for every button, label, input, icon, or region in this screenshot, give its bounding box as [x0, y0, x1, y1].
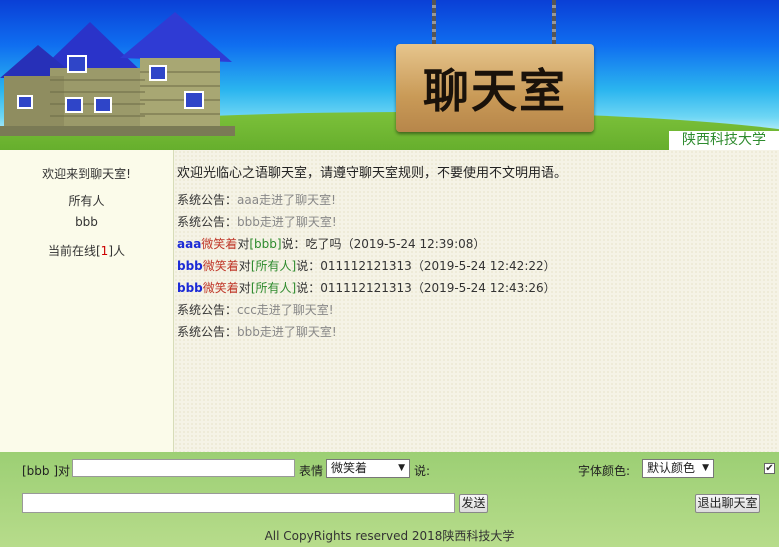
- header-banner: 聊天室 陕西科技大学: [0, 0, 779, 150]
- chat-message: 系统公告：ccc走进了聊天室!: [177, 303, 334, 317]
- message-sender: bbb: [177, 259, 203, 273]
- auto-scroll-checkbox[interactable]: ✔: [764, 463, 775, 474]
- chevron-down-icon: ▼: [398, 463, 405, 473]
- send-button[interactable]: 发送: [459, 494, 488, 513]
- font-color-select[interactable]: 默认颜色 ▼: [642, 459, 714, 478]
- copyright-footer: All CopyRights reserved 2018陕西科技大学: [264, 529, 515, 543]
- house-illustration: [0, 12, 235, 136]
- online-count: 当前在线[1]人: [47, 244, 125, 258]
- chat-message: bbb微笑着对[所有人]说：011112121313（2019-5-24 12:…: [177, 259, 556, 273]
- target-user-input[interactable]: [72, 459, 295, 477]
- emote-select[interactable]: 微笑着 ▼: [326, 459, 410, 478]
- chat-message: aaa微笑着对[bbb]说：吃了吗（2019-5-24 12:39:08）: [177, 237, 486, 251]
- say-label: 说:: [414, 464, 431, 478]
- message-input[interactable]: [22, 493, 455, 513]
- chatroom-sign: 聊天室: [396, 44, 594, 132]
- chat-message: bbb微笑着对[所有人]说：011112121313（2019-5-24 12:…: [177, 281, 556, 295]
- exit-chatroom-button[interactable]: 退出聊天室: [695, 494, 760, 513]
- user-list-item-bbb[interactable]: bbb: [0, 215, 173, 229]
- message-sender: bbb: [177, 281, 203, 295]
- chat-welcome-text: 欢迎光临心之语聊天室，请遵守聊天室规则，不要使用不文明用语。: [177, 166, 568, 181]
- chat-message: 系统公告：bbb走进了聊天室!: [177, 215, 337, 229]
- chevron-down-icon: ▼: [702, 463, 709, 473]
- user-sidebar: 欢迎来到聊天室! 所有人 bbb 当前在线[1]人: [0, 150, 174, 452]
- font-color-label: 字体颜色:: [578, 464, 631, 478]
- emote-label: 表情: [299, 464, 324, 478]
- user-list-item-all[interactable]: 所有人: [0, 192, 173, 209]
- sign-title: 聊天室: [423, 64, 567, 118]
- chat-message: 系统公告：bbb走进了聊天室!: [177, 325, 337, 339]
- message-sender: aaa: [177, 237, 202, 251]
- sidebar-welcome: 欢迎来到聊天室!: [42, 167, 131, 181]
- current-user-label: [bbb ]对: [22, 464, 71, 478]
- chat-messages-area[interactable]: 欢迎光临心之语聊天室，请遵守聊天室规则，不要使用不文明用语。 系统公告：aaa走…: [174, 150, 779, 452]
- school-name: 陕西科技大学: [669, 131, 779, 150]
- check-icon: ✔: [765, 463, 774, 474]
- chat-message: 系统公告：aaa走进了聊天室!: [177, 193, 336, 207]
